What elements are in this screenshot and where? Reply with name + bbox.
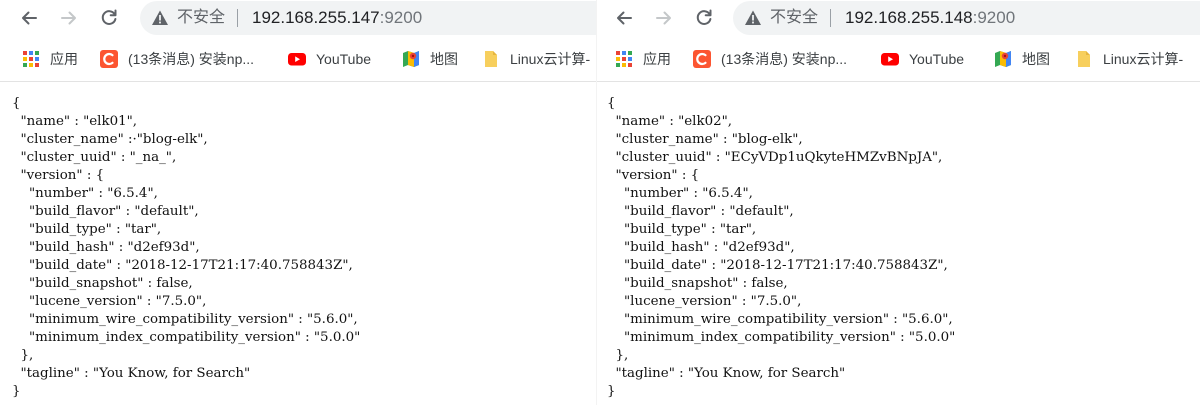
folder-icon <box>485 51 497 67</box>
csdn-icon <box>100 50 118 68</box>
browser-toolbar: 不安全 192.168.255.147:9200 <box>0 0 597 36</box>
back-button[interactable] <box>16 5 42 31</box>
content-separator <box>597 81 1200 82</box>
address-separator <box>830 9 831 27</box>
folder-icon <box>1078 51 1090 67</box>
address-bar[interactable]: 不安全 192.168.255.148:9200 <box>733 1 1200 35</box>
window-divider <box>596 0 597 405</box>
forward-button[interactable] <box>56 5 82 31</box>
apps-grid-icon <box>23 51 39 67</box>
bookmark-maps[interactable]: 地图 <box>402 48 458 70</box>
not-secure-label[interactable]: 不安全 <box>770 8 818 28</box>
bookmark-label: Linux云计算- <box>1103 51 1184 67</box>
reload-icon <box>101 9 117 25</box>
bookmark-label: (13条消息) 安装np... <box>128 51 255 67</box>
maps-icon <box>995 51 1011 67</box>
bookmark-label: Linux云计算- <box>510 51 591 67</box>
bookmark-label: YouTube <box>316 51 372 67</box>
back-button[interactable] <box>611 5 637 31</box>
bookmark-csdn[interactable]: (13条消息) 安装np... <box>693 48 847 70</box>
reload-button[interactable] <box>96 5 122 31</box>
reload-icon <box>696 9 712 25</box>
url-host: 192.168.255.148 <box>845 8 973 27</box>
address-bar[interactable]: 不安全 192.168.255.147:9200 <box>140 1 597 35</box>
bookmark-youtube[interactable]: YouTube <box>881 48 964 70</box>
url-port: :9200 <box>379 8 423 27</box>
bookmark-youtube[interactable]: YouTube <box>288 48 371 70</box>
warning-triangle-icon[interactable] <box>151 9 169 27</box>
reload-button[interactable] <box>691 5 717 31</box>
browser-window-left: 不安全 192.168.255.147:9200 应用 (13条消息) 安装np… <box>0 0 597 405</box>
json-response-body: { "name" : "elk02", "cluster_name" : "bl… <box>607 96 956 399</box>
content-separator <box>0 81 597 82</box>
bookmark-maps[interactable]: 地图 <box>994 48 1050 70</box>
bookmark-apps[interactable]: 应用 <box>22 48 78 70</box>
url-host: 192.168.255.147 <box>252 8 380 27</box>
url-text[interactable]: 192.168.255.147:9200 <box>252 7 422 29</box>
youtube-icon <box>881 53 899 66</box>
warning-triangle-icon[interactable] <box>744 9 762 27</box>
youtube-icon <box>288 53 306 66</box>
not-secure-label[interactable]: 不安全 <box>177 8 225 28</box>
bookmark-folder-linux[interactable]: Linux云计算- <box>1075 48 1183 70</box>
forward-button[interactable] <box>651 5 677 31</box>
bookmark-label: YouTube <box>909 51 965 67</box>
csdn-icon <box>693 50 711 68</box>
bookmark-apps[interactable]: 应用 <box>615 48 671 70</box>
browser-window-right: 不安全 192.168.255.148:9200 应用 (13条消息) 安装np… <box>597 0 1200 405</box>
bookmark-label: (13条消息) 安装np... <box>721 51 848 67</box>
bookmark-label: 应用 <box>643 51 671 67</box>
browser-toolbar: 不安全 192.168.255.148:9200 <box>597 0 1200 36</box>
maps-icon <box>403 51 419 67</box>
bookmark-csdn[interactable]: (13条消息) 安装np... <box>100 48 254 70</box>
bookmark-label: 地图 <box>1022 51 1050 67</box>
back-arrow-icon <box>22 11 37 25</box>
url-text[interactable]: 192.168.255.148:9200 <box>845 7 1015 29</box>
json-response-body: { "name" : "elk01", "cluster_name" :·"bl… <box>12 96 361 399</box>
bookmarks-bar: 应用 (13条消息) 安装np... YouTube 地图 Linux云计算- <box>597 36 1200 82</box>
bookmark-label: 地图 <box>430 51 458 67</box>
apps-grid-icon <box>616 51 632 67</box>
bookmark-label: 应用 <box>50 51 78 67</box>
forward-arrow-icon <box>61 11 76 25</box>
bookmark-folder-linux[interactable]: Linux云计算- <box>482 48 590 70</box>
bookmarks-bar: 应用 (13条消息) 安装np... YouTube 地图 Linux云计算- <box>0 36 597 82</box>
url-port: :9200 <box>972 8 1016 27</box>
address-separator <box>237 9 238 27</box>
back-arrow-icon <box>617 11 632 25</box>
forward-arrow-icon <box>656 11 671 25</box>
